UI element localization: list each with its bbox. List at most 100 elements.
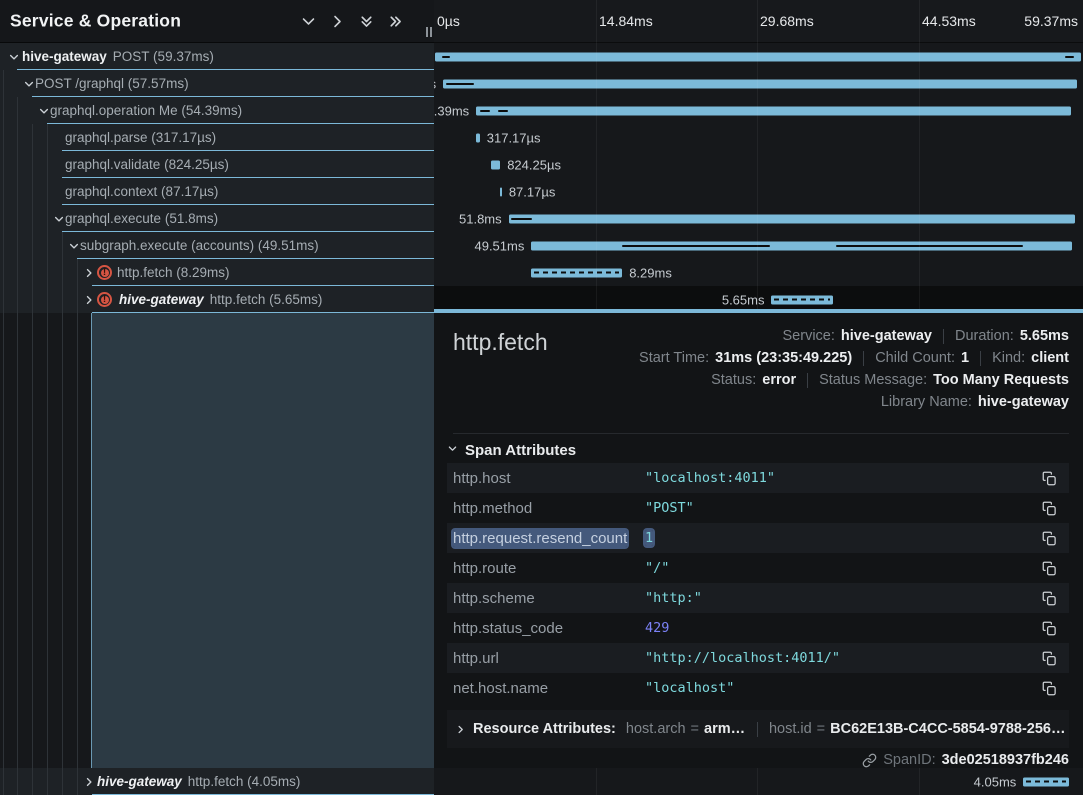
link-icon[interactable]	[862, 753, 877, 768]
timeline-row[interactable]: 59.37ms	[434, 43, 1083, 70]
chevron-right-icon[interactable]	[82, 267, 95, 279]
timeline-ruler: 0µs14.84ms29.68ms44.53ms59.37ms	[434, 0, 1083, 43]
span-duration-bar[interactable]	[435, 52, 1081, 61]
tree-row[interactable]: graphql.parse (317.17µs)	[0, 124, 434, 151]
attribute-row: http.request.resend_count1	[447, 523, 1069, 553]
child-span-dashes	[1026, 781, 1065, 783]
copy-icon[interactable]	[1041, 590, 1057, 606]
span-label: subgraph.execute (accounts) (49.51ms)	[80, 238, 319, 253]
timeline-row[interactable]: 8.29ms	[434, 259, 1083, 286]
chevron-down-icon[interactable]	[7, 51, 20, 63]
tree-row[interactable]: !http.fetch (8.29ms)	[0, 259, 434, 286]
span-label: http.fetch (8.29ms)	[117, 265, 230, 280]
meta-value: 1	[961, 350, 969, 366]
child-span-dashes	[774, 299, 830, 301]
span-duration-bar[interactable]	[491, 160, 500, 169]
expand-one-icon[interactable]	[328, 12, 346, 30]
span-label: http.fetch (4.05ms)	[188, 774, 301, 789]
span-duration-bar[interactable]	[476, 106, 1070, 115]
selected-span-area[interactable]	[91, 313, 434, 768]
attribute-value: "localhost:4011"	[645, 470, 775, 486]
error-icon: !	[97, 292, 112, 307]
span-attributes-table: http.host"localhost:4011"http.method"POS…	[447, 463, 1069, 703]
collapse-all-icon[interactable]	[299, 12, 317, 30]
attribute-value: 429	[645, 620, 669, 636]
timeline-row[interactable]: 824.25µs	[434, 151, 1083, 178]
expand-all-right-icon[interactable]	[386, 12, 404, 30]
copy-icon[interactable]	[1041, 560, 1057, 576]
resource-value: BC62E13B-C4CC-5854-9788-2568…	[830, 721, 1069, 737]
copy-icon[interactable]	[1041, 680, 1057, 696]
chevron-down-icon[interactable]	[22, 78, 35, 90]
chevron-right-icon[interactable]	[82, 294, 95, 306]
copy-icon[interactable]	[1041, 500, 1057, 516]
span-duration-bar[interactable]	[509, 214, 1075, 223]
chevron-right-icon[interactable]	[82, 776, 95, 788]
span-duration-bar[interactable]	[531, 268, 622, 277]
span-label: http.fetch (5.65ms)	[210, 292, 323, 307]
meta-label: Status:	[711, 372, 756, 388]
resource-attributes-row[interactable]: Resource Attributes: host.arch=arm64host…	[447, 710, 1069, 748]
span-duration-bar[interactable]	[1023, 777, 1068, 786]
chevron-down-icon[interactable]	[67, 240, 80, 252]
ruler-tick: 59.37ms	[1024, 13, 1078, 29]
meta-line: Library Name:hive-gateway	[639, 391, 1069, 413]
span-duration-bar[interactable]	[771, 295, 833, 304]
service-name: hive-gateway	[22, 49, 107, 64]
tree-row[interactable]: graphql.validate (824.25µs)	[0, 151, 434, 178]
meta-divider	[980, 351, 981, 366]
tree-row[interactable]: graphql.execute (51.8ms)	[0, 205, 434, 232]
tree-row[interactable]: subgraph.execute (accounts) (49.51ms)	[0, 232, 434, 259]
panel-splitter-handle[interactable]	[426, 27, 432, 37]
tree-header: Service & Operation	[0, 0, 434, 43]
chevron-down-icon	[447, 441, 458, 459]
trace-viewer: 0µs14.84ms29.68ms44.53ms59.37ms 59.37ms5…	[0, 0, 1083, 795]
timeline-row[interactable]: 317.17µs	[434, 124, 1083, 151]
ruler-tick: 0µs	[437, 13, 460, 29]
tree-row[interactable]: !hive-gatewayhttp.fetch (5.65ms)	[0, 286, 434, 313]
attribute-key: http.method	[453, 500, 645, 517]
chevron-down-icon[interactable]	[37, 105, 50, 117]
timeline-row[interactable]: 49.51ms	[434, 232, 1083, 259]
tree-row[interactable]: POST /graphql (57.57ms)	[0, 70, 434, 97]
meta-value: 5.65ms	[1020, 328, 1069, 344]
timeline-row[interactable]: 4.05ms	[434, 768, 1083, 795]
meta-value: hive-gateway	[978, 394, 1069, 410]
tree-row[interactable]: graphql.context (87.17µs)	[0, 178, 434, 205]
copy-icon[interactable]	[1041, 470, 1057, 486]
meta-value: hive-gateway	[841, 328, 932, 344]
chevron-down-icon[interactable]	[52, 213, 65, 225]
attribute-key: http.request.resend_count	[453, 530, 645, 547]
resource-key: host.id	[769, 721, 812, 737]
attribute-value: "http://localhost:4011/"	[645, 650, 840, 666]
tree-row[interactable]: graphql.operation Me (54.39ms)	[0, 97, 434, 124]
attribute-row: http.status_code429	[447, 613, 1069, 643]
resource-key: host.arch	[626, 721, 686, 737]
copy-icon[interactable]	[1041, 530, 1057, 546]
expand-all-down-icon[interactable]	[357, 12, 375, 30]
timeline-row[interactable]: 51.8ms	[434, 205, 1083, 232]
child-span-marker	[836, 245, 1024, 247]
tree-row[interactable]: hive-gatewayhttp.fetch (4.05ms)	[0, 768, 434, 795]
tree-row[interactable]: hive-gatewayPOST (59.37ms)	[0, 43, 434, 70]
span-label: graphql.context (87.17µs)	[65, 184, 218, 199]
span-duration-bar[interactable]	[476, 133, 480, 142]
meta-divider	[757, 722, 758, 737]
attribute-row: http.method"POST"	[447, 493, 1069, 523]
timeline-bottom-row: 4.05ms	[434, 768, 1083, 795]
copy-icon[interactable]	[1041, 650, 1057, 666]
child-span-dashes	[534, 272, 619, 274]
span-attributes-header[interactable]: Span Attributes	[447, 441, 576, 459]
timeline-row[interactable]: 87.17µs	[434, 178, 1083, 205]
span-duration-bar[interactable]	[500, 187, 502, 196]
timeline-row[interactable]: 54.39ms	[434, 97, 1083, 124]
ruler-tick: 14.84ms	[599, 13, 653, 29]
attribute-row: http.host"localhost:4011"	[447, 463, 1069, 493]
attribute-key: http.status_code	[453, 620, 645, 637]
span-duration-bar[interactable]	[443, 79, 1077, 88]
attribute-key: http.route	[453, 560, 645, 577]
child-span-marker	[622, 245, 771, 247]
timeline-row[interactable]: 57.57ms	[434, 70, 1083, 97]
meta-label: Kind:	[992, 350, 1025, 366]
copy-icon[interactable]	[1041, 620, 1057, 636]
